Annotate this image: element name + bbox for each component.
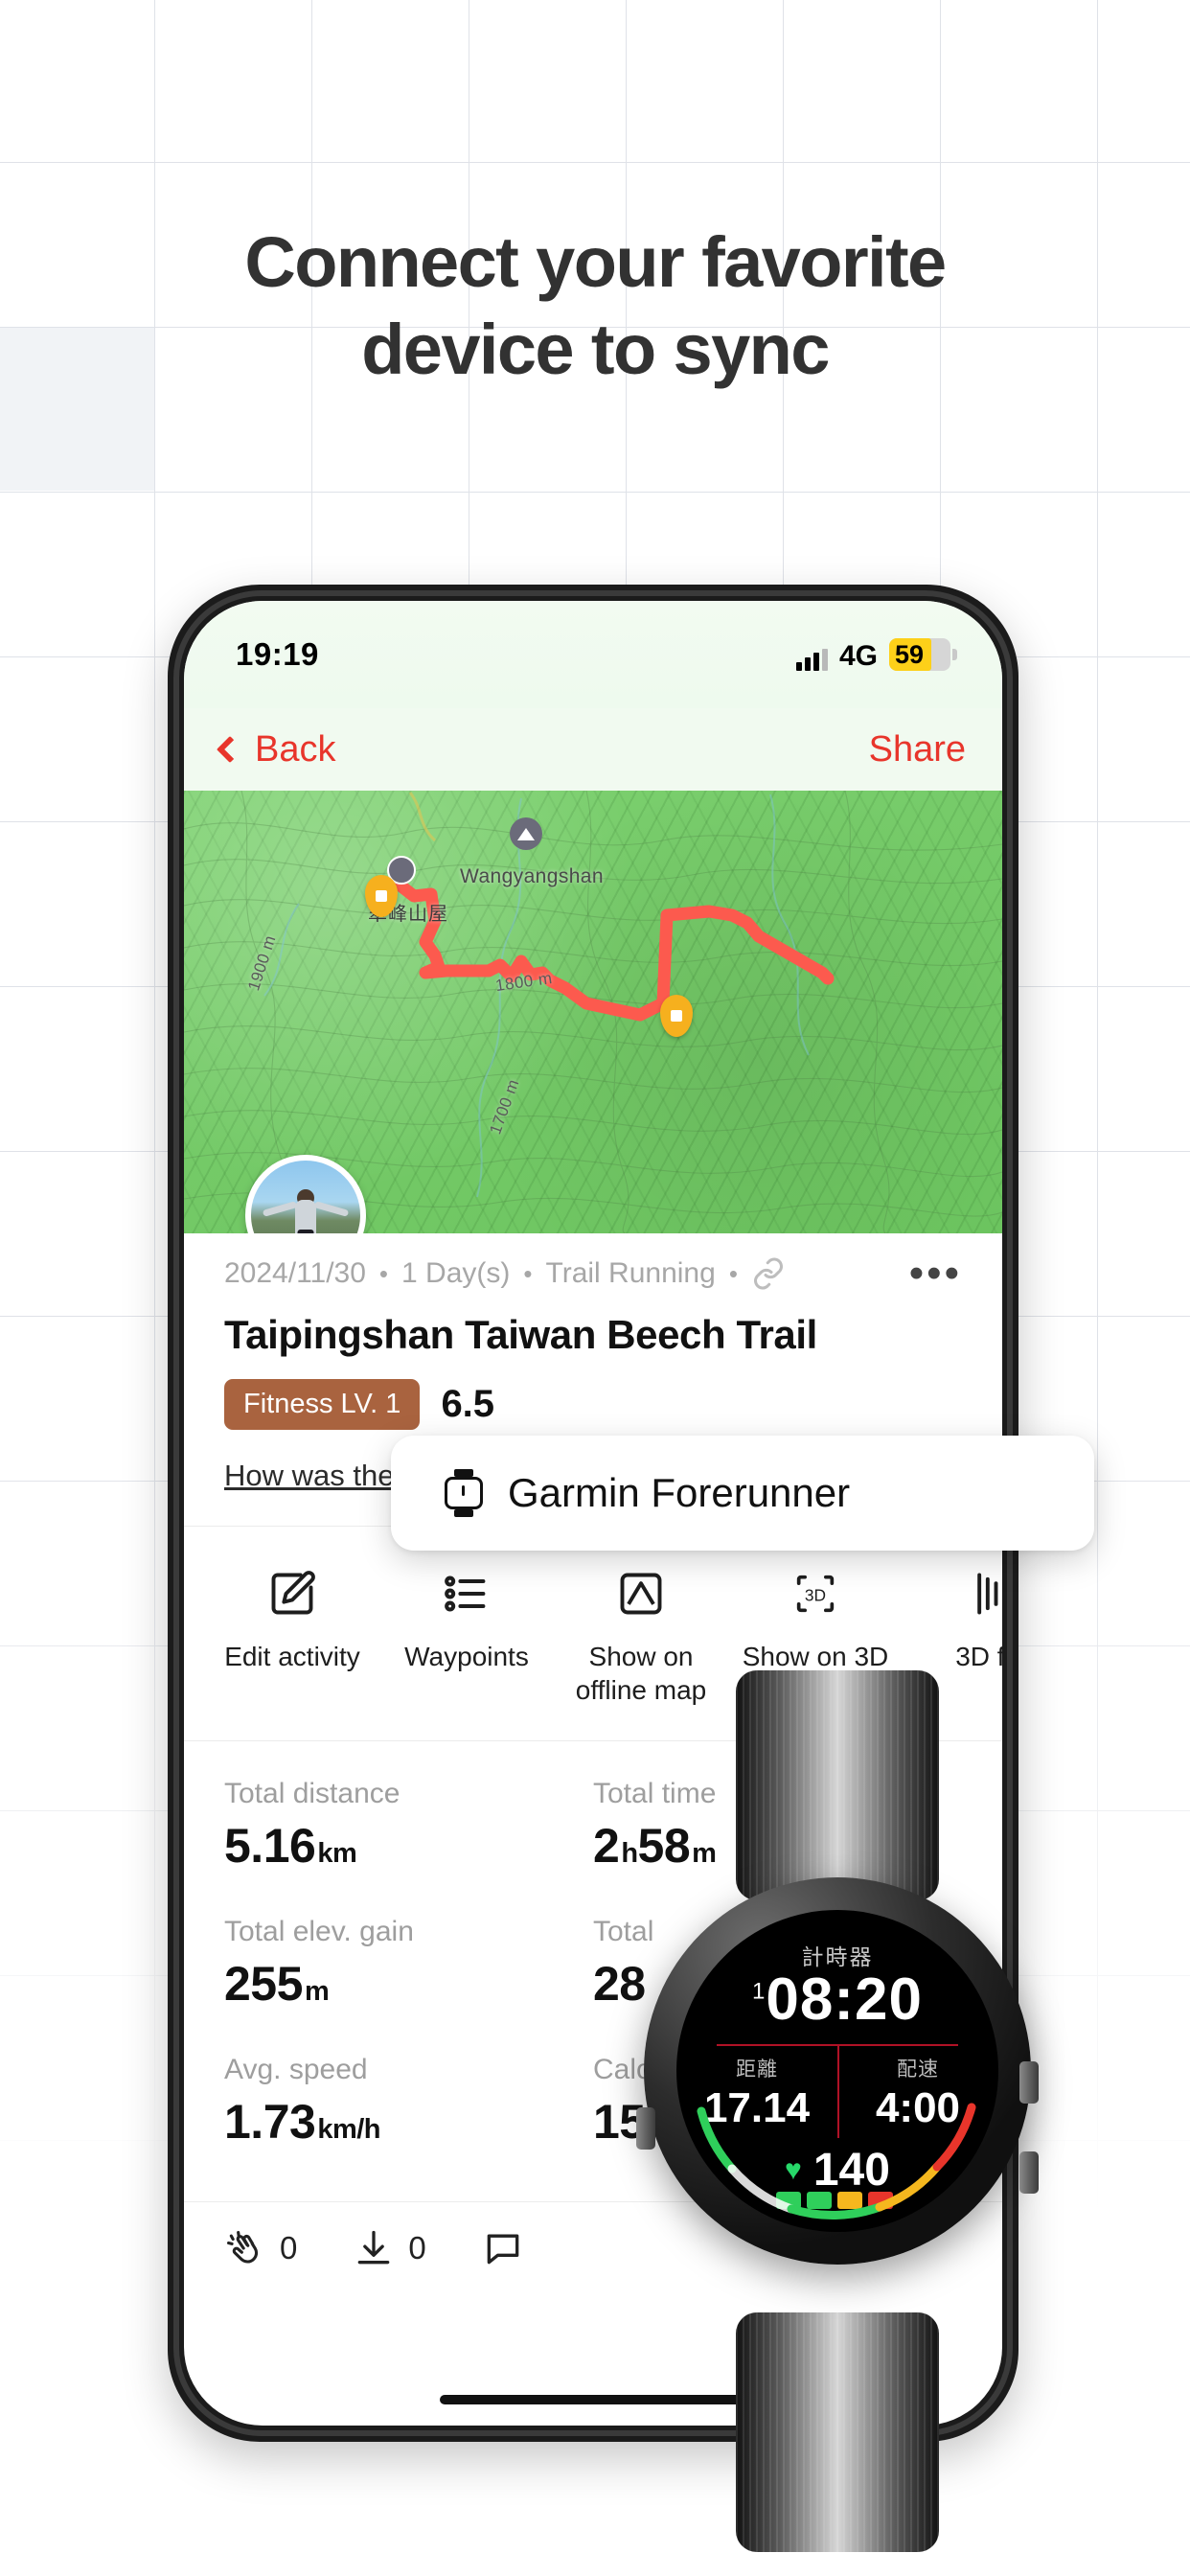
connected-device-toast[interactable]: Garmin Forerunner [391, 1436, 1094, 1551]
activity-duration: 1 Day(s) [401, 1257, 511, 1289]
meta-separator-3: • [728, 1258, 738, 1288]
stat-unit: km/h [317, 2113, 381, 2145]
status-indicators: 4G 59 [795, 638, 957, 672]
stat-value: 5.16 [224, 1818, 316, 1873]
battery-level: 59 [895, 639, 925, 669]
edit-square-icon [205, 1565, 379, 1622]
action-3d-fly[interactable]: 3D fly [903, 1565, 1002, 1673]
meta-separator-2: • [523, 1258, 533, 1288]
stat-value: 1.73 [224, 2094, 316, 2149]
chevron-left-icon [216, 735, 244, 764]
action-label: Show on offline map [575, 1642, 707, 1706]
watch-case: 計時器 108:20 距離 17.14 配速 4:00 ♥ 140 [636, 1877, 1039, 2265]
clap-count: 0 [280, 2229, 298, 2266]
stat-total-distance: Total distance 5.16km [224, 1778, 593, 1874]
activity-date: 2024/11/30 [224, 1257, 366, 1289]
svg-text:3D: 3D [805, 1586, 826, 1605]
stat-unit: h [621, 1837, 638, 1869]
mountain-peak-icon [510, 817, 542, 850]
action-label: 3D fly [955, 1642, 1002, 1671]
clap-button[interactable]: 0 [224, 2227, 297, 2269]
meta-separator-1: • [378, 1258, 389, 1288]
status-bar: 19:19 4G 59 [184, 601, 1002, 708]
stat-unit: m [304, 1975, 330, 2007]
watch-screen[interactable]: 計時器 108:20 距離 17.14 配速 4:00 ♥ 140 [676, 1910, 998, 2232]
download-button[interactable]: 0 [353, 2227, 426, 2269]
avatar-body [295, 1200, 316, 1233]
activity-chips: Fitness LV. 1 6.5 [224, 1379, 962, 1430]
status-time: 19:19 [236, 636, 319, 672]
action-edit-activity[interactable]: Edit activity [205, 1565, 379, 1673]
stat-total-elev-gain: Total elev. gain 255m [224, 1916, 593, 2012]
activity-title: Taipingshan Taiwan Beech Trail [224, 1312, 817, 1357]
more-horizontal-icon[interactable]: ••• [909, 1253, 962, 1294]
watch-button-top[interactable] [1019, 2061, 1039, 2104]
watch-button-left[interactable] [636, 2107, 655, 2150]
comment-button[interactable] [482, 2227, 538, 2269]
stat-unit: km [317, 1837, 357, 1869]
3d-fly-icon [903, 1565, 1002, 1622]
3d-cube-icon: 3D [728, 1565, 903, 1622]
back-button[interactable]: Back [216, 728, 336, 770]
action-label: Edit activity [224, 1642, 360, 1671]
clap-icon [227, 2230, 259, 2264]
page-title: Connect your favorite device to sync [0, 218, 1190, 393]
stat-key: Avg. speed [224, 2053, 368, 2085]
watch-strap-bottom [736, 2312, 939, 2552]
peak-label: Wangyangshan [460, 865, 604, 887]
watch-icon [443, 1468, 485, 1518]
activity-type: Trail Running [545, 1257, 716, 1289]
fitness-level-badge: Fitness LV. 1 [224, 1379, 421, 1430]
share-button[interactable]: Share [869, 729, 966, 770]
activity-meta: 2024/11/30 • 1 Day(s) • Trail Running • … [224, 1253, 962, 1294]
stat-key: Total distance [224, 1777, 400, 1809]
download-count: 0 [408, 2229, 426, 2266]
headline-line-2: device to sync [361, 310, 830, 390]
battery-icon: 59 [889, 638, 957, 671]
device-name: Garmin Forerunner [508, 1470, 851, 1515]
activity-map[interactable]: Wangyangshan 翠峰山屋 1900 m 1700 m 1800 m [184, 791, 1002, 1233]
navigation-bar: Back Share [184, 708, 1002, 791]
headline-line-1: Connect your favorite [244, 222, 947, 302]
network-label: 4G [838, 640, 878, 672]
action-offline-map[interactable]: Show on offline map [554, 1565, 728, 1708]
activity-rating: 6.5 [441, 1383, 495, 1425]
back-label: Back [255, 728, 336, 770]
avatar-legs [297, 1229, 314, 1233]
stat-key: Total elev. gain [224, 1915, 414, 1947]
watch-strap-top [736, 1670, 939, 1900]
action-label: Waypoints [404, 1642, 529, 1671]
link-icon[interactable] [751, 1256, 786, 1291]
watch-button-bottom[interactable] [1019, 2151, 1039, 2194]
comment-icon [487, 2234, 519, 2264]
list-bullets-icon [379, 1565, 554, 1622]
watch-progress-ring [697, 2103, 976, 2220]
offline-map-icon [554, 1565, 728, 1622]
download-icon [358, 2230, 390, 2264]
stat-value: 28 [593, 1956, 646, 2011]
stat-value: 2 [593, 1818, 620, 1873]
stat-avg-speed: Avg. speed 1.73km/h [224, 2054, 593, 2150]
signal-bars-icon [795, 649, 828, 671]
action-waypoints[interactable]: Waypoints [379, 1565, 554, 1673]
stat-value: 255 [224, 1956, 303, 2011]
smartwatch-mockup: 計時器 108:20 距離 17.14 配速 4:00 ♥ 140 [636, 1670, 1039, 2552]
